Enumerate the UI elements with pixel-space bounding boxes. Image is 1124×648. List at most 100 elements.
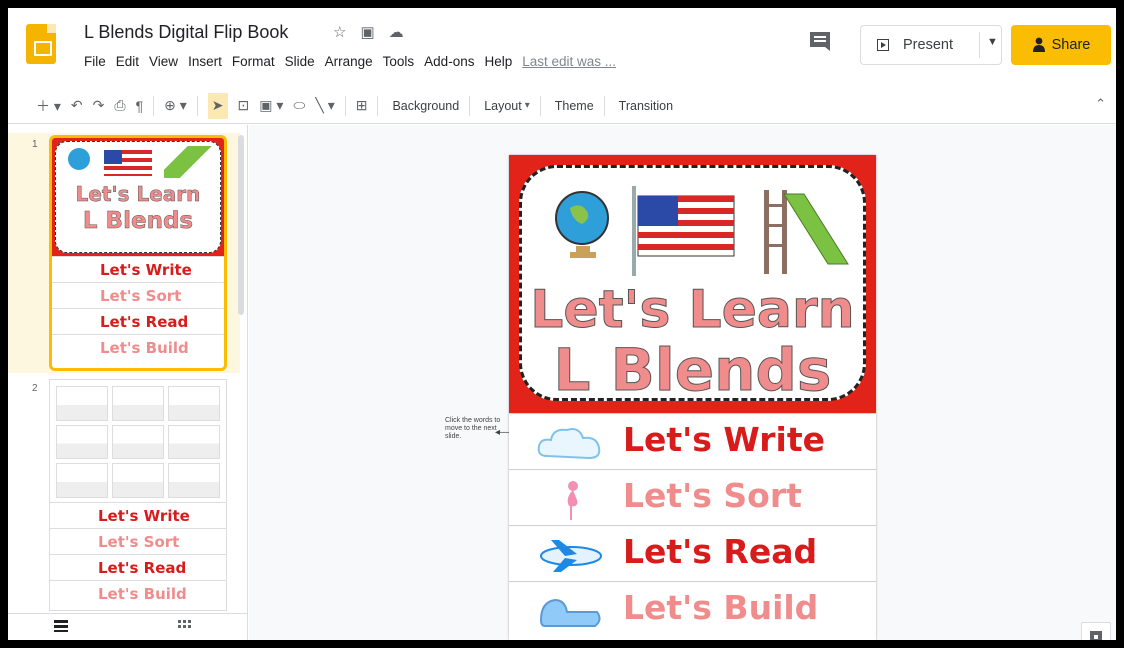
- layout-dropdown-icon[interactable]: ▾: [525, 100, 530, 111]
- new-slide-icon[interactable]: ＋ ▾: [36, 93, 61, 119]
- toolbar-divider: [153, 95, 155, 116]
- thumb-row-build: Let's Build: [52, 334, 224, 360]
- thumb-picture-grid: [56, 386, 220, 498]
- slide-number: 2: [32, 383, 38, 394]
- flamingo-icon: [567, 481, 578, 520]
- picture-cell: [112, 463, 164, 498]
- paint-format-icon[interactable]: ¶: [136, 93, 144, 119]
- picture-cell: [56, 424, 108, 460]
- present-icon: [877, 39, 889, 51]
- picture-cell: [112, 386, 164, 421]
- explore-icon[interactable]: [1081, 622, 1111, 640]
- folder-icon[interactable]: ▣: [360, 23, 374, 41]
- menu-view[interactable]: View: [149, 54, 178, 69]
- picture-cell: [168, 424, 220, 460]
- star-icon[interactable]: ☆: [333, 23, 346, 41]
- cover-frame: Let's Learn L Blends: [519, 165, 866, 405]
- slide-thumbnail-2[interactable]: Let's Write Let's Sort Let's Read Let's …: [49, 379, 227, 611]
- row-sort-label: Let's Sort: [623, 476, 802, 515]
- toolbar-divider: [469, 95, 471, 116]
- background-button[interactable]: Background: [392, 99, 459, 113]
- cover-panel: Let's Learn L Blends: [509, 155, 876, 413]
- list-view-icon[interactable]: [54, 620, 68, 632]
- toolbar-divider: [603, 95, 605, 116]
- slide-canvas: Click the words to move to the next slid…: [249, 125, 1116, 640]
- flag-icon: [632, 186, 735, 276]
- row-build[interactable]: Let's Build: [509, 581, 876, 637]
- grid-view-icon[interactable]: [178, 620, 192, 632]
- present-dropdown-icon[interactable]: ▼: [987, 36, 998, 48]
- comment-icon[interactable]: [808, 30, 832, 52]
- transition-button[interactable]: Transition: [619, 99, 673, 113]
- row-read[interactable]: Let's Read: [509, 525, 876, 581]
- header: L Blends Digital Flip Book ☆ ▣ ☁ File Ed…: [8, 8, 1116, 86]
- toolbar-divider: [377, 95, 379, 116]
- slide-title-line1: Let's Learn: [530, 280, 855, 341]
- collapse-icon[interactable]: ⌃: [1095, 96, 1106, 112]
- current-slide[interactable]: Let's Learn L Blends Let's Write Let's S…: [509, 155, 876, 640]
- cloud-icon[interactable]: ☁: [389, 23, 404, 41]
- toolbar-divider: [344, 95, 346, 116]
- menu-file[interactable]: File: [84, 54, 106, 69]
- thumb2-row-sort: Let's Sort: [50, 528, 226, 554]
- row-sort[interactable]: Let's Sort: [509, 469, 876, 525]
- theme-button[interactable]: Theme: [555, 99, 594, 113]
- globe-icon: [68, 148, 90, 170]
- picture-cell: [56, 463, 108, 498]
- present-divider: [979, 32, 980, 58]
- last-edit-link[interactable]: Last edit was ...: [522, 54, 616, 69]
- menu-slide[interactable]: Slide: [285, 54, 315, 69]
- slide-number: 1: [32, 139, 38, 150]
- menu-tools[interactable]: Tools: [383, 54, 415, 69]
- menu-arrange[interactable]: Arrange: [325, 54, 373, 69]
- shape-icon[interactable]: ⬭: [293, 93, 305, 119]
- thumb2-row-build: Let's Build: [50, 580, 226, 606]
- present-button[interactable]: Present ▼: [860, 25, 1002, 65]
- thumb-cover-frame: Let's Learn L Blends: [55, 141, 221, 253]
- slipper-icon: [539, 598, 601, 627]
- thumb-row-write: Let's Write: [52, 256, 224, 282]
- row-write[interactable]: Let's Write: [509, 413, 876, 469]
- comment-add-icon[interactable]: ⊞: [356, 93, 368, 119]
- menu-edit[interactable]: Edit: [116, 54, 139, 69]
- print-icon[interactable]: ⎙: [114, 93, 125, 119]
- picture-cell: [112, 424, 164, 460]
- redo-icon[interactable]: ↷: [93, 93, 105, 119]
- undo-icon[interactable]: ↶: [71, 93, 83, 119]
- thumb-title-line1: Let's Learn: [75, 182, 201, 207]
- globe-icon: [555, 191, 609, 258]
- row-read-label: Let's Read: [623, 532, 818, 571]
- slide-thumbnail-1[interactable]: Let's Learn L Blends Let's Write Let's S…: [49, 135, 227, 371]
- thumb-row-sort: Let's Sort: [52, 282, 224, 308]
- share-label: Share: [1051, 37, 1091, 53]
- slides-logo-icon[interactable]: [26, 24, 56, 64]
- slide-title-line2: L Blends: [553, 336, 832, 405]
- filmstrip-view-toggle: [8, 613, 248, 640]
- picture-cell: [56, 386, 108, 421]
- thumb2-row-write: Let's Write: [50, 502, 226, 528]
- thumb2-row-read: Let's Read: [50, 554, 226, 580]
- hint-arrow-icon: ◂—: [495, 427, 511, 438]
- image-icon[interactable]: ▣ ▾: [259, 93, 283, 119]
- select-icon[interactable]: ➤: [207, 92, 228, 119]
- doc-title[interactable]: L Blends Digital Flip Book: [84, 22, 288, 43]
- row-write-label: Let's Write: [623, 420, 825, 459]
- title-icons: ☆ ▣ ☁: [333, 23, 404, 41]
- line-icon[interactable]: ╲ ▾: [315, 93, 334, 119]
- textbox-icon[interactable]: ⊡: [238, 93, 250, 119]
- menu-bar: File Edit View Insert Format Slide Arran…: [84, 54, 616, 69]
- share-button[interactable]: Share: [1011, 25, 1111, 65]
- menu-insert[interactable]: Insert: [188, 54, 222, 69]
- slide-toy-icon: [164, 146, 212, 178]
- menu-addons[interactable]: Add-ons: [424, 54, 474, 69]
- menu-help[interactable]: Help: [484, 54, 512, 69]
- zoom-icon[interactable]: ⊕ ▾: [164, 93, 187, 119]
- layout-button[interactable]: Layout: [484, 99, 522, 113]
- toolbar: ＋ ▾ ↶ ↷ ⎙ ¶ ⊕ ▾ ➤ ⊡ ▣ ▾ ⬭ ╲ ▾ ⊞ Backgrou…: [8, 88, 1116, 124]
- row-build-label: Let's Build: [623, 588, 819, 627]
- filmstrip-scrollbar[interactable]: [238, 135, 244, 315]
- thumb-cover: Let's Learn L Blends: [52, 138, 224, 256]
- filmstrip: 1 Let's Learn L Blends Let's Write Let's…: [8, 125, 248, 640]
- present-label: Present: [903, 37, 953, 53]
- menu-format[interactable]: Format: [232, 54, 275, 69]
